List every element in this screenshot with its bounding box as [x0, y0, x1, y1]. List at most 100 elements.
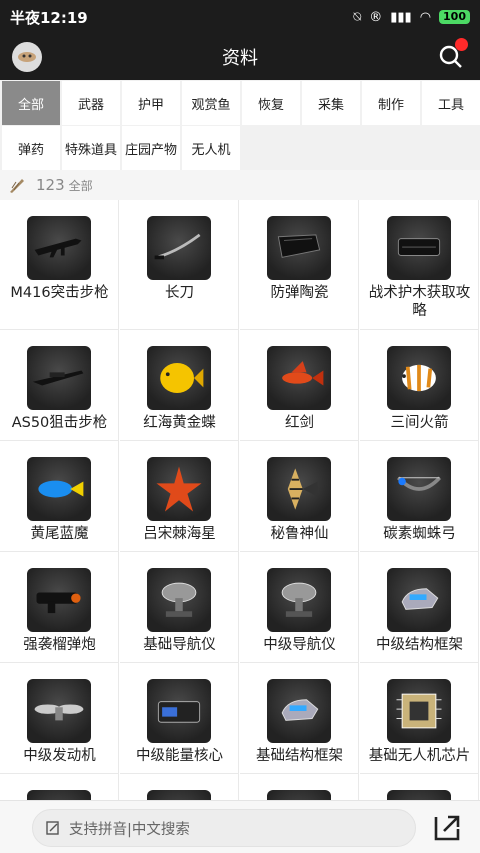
bottom-bar: 支持拼音|中文搜索	[0, 800, 480, 853]
wifi-icon: ◠	[419, 9, 432, 25]
propeller-icon	[27, 679, 91, 743]
radar-dish-icon	[147, 568, 211, 632]
item-card[interactable]: 基础导航仪	[120, 552, 239, 663]
notification-dot	[455, 38, 468, 51]
handguard-icon	[387, 216, 451, 280]
status-time: 半夜12:19	[10, 8, 88, 27]
item-card[interactable]	[0, 774, 119, 800]
item-card[interactable]: 防弹陶瓷	[240, 200, 359, 330]
tab-1[interactable]: 武器	[62, 81, 120, 125]
tab-11[interactable]: 无人机	[182, 126, 240, 170]
item-name: 基础导航仪	[143, 637, 216, 653]
tab-3[interactable]: 观赏鱼	[182, 81, 240, 125]
edit-icon	[46, 821, 59, 835]
tab-6[interactable]: 制作	[362, 81, 420, 125]
item-name: 基础无人机芯片	[368, 748, 471, 764]
grenade-launcher-icon	[27, 568, 91, 632]
item-card[interactable]: 中级导航仪	[240, 552, 359, 663]
tab-5[interactable]: 采集	[302, 81, 360, 125]
search-button[interactable]	[436, 38, 468, 72]
item-thumb-icon	[147, 790, 211, 800]
app-bar: 资料	[0, 34, 480, 80]
tab-0[interactable]: 全部	[2, 81, 60, 125]
item-name: 中级导航仪	[263, 637, 336, 653]
blade-icon	[147, 216, 211, 280]
blue-fish-icon	[27, 457, 91, 521]
tab-10[interactable]: 庄园产物	[122, 126, 180, 170]
item-card[interactable]	[360, 774, 479, 800]
item-name: 红剑	[285, 415, 314, 431]
item-name: 吕宋棘海星	[143, 526, 216, 542]
clown-fish-icon	[387, 346, 451, 410]
item-card[interactable]: M416突击步枪	[0, 200, 119, 330]
item-card[interactable]: 三间火箭	[360, 330, 479, 441]
drone-frame-icon	[387, 568, 451, 632]
item-name: 长刀	[165, 285, 194, 301]
item-name: 黄尾蓝魔	[30, 526, 89, 542]
cow-icon	[18, 52, 36, 62]
item-thumb-icon	[27, 790, 91, 800]
bow-icon	[387, 457, 451, 521]
item-card[interactable]: 中级发动机	[0, 663, 119, 774]
item-name: 中级发动机	[23, 748, 96, 764]
share-icon[interactable]	[432, 813, 462, 843]
radar-dish-icon	[267, 568, 331, 632]
signal-icon: ▮▮▮	[390, 9, 412, 25]
page-title: 资料	[222, 48, 258, 69]
search-input[interactable]: 支持拼音|中文搜索	[32, 809, 416, 847]
item-card[interactable]: 吕宋棘海星	[120, 441, 239, 552]
item-name: 中级能量核心	[136, 748, 223, 764]
item-name: 秘鲁神仙	[270, 526, 329, 542]
status-icons: ⍉ ® ▮▮▮ ◠ 100	[353, 10, 470, 25]
category-tabs: 全部 武器 护甲 观赏鱼 恢复 采集 制作 工具弹药 特殊道具 庄园产物 无人机	[0, 80, 480, 170]
item-thumb-icon	[387, 790, 451, 800]
item-card[interactable]: 中级能量核心	[120, 663, 239, 774]
item-count-label: 全部	[68, 178, 93, 193]
item-card[interactable]: AS50狙击步枪	[0, 330, 119, 441]
status-bar: 半夜12:19 ⍉ ® ▮▮▮ ◠ 100	[0, 0, 480, 34]
tab-2[interactable]: 护甲	[122, 81, 180, 125]
item-name: 三间火箭	[390, 415, 449, 431]
item-card[interactable]: 黄尾蓝魔	[0, 441, 119, 552]
mute-icon: ⍉	[353, 9, 362, 25]
item-name: 战术护木获取攻略	[368, 285, 471, 319]
angelfish-icon	[267, 457, 331, 521]
item-name: 强袭榴弹炮	[23, 637, 96, 653]
item-card[interactable]: 强袭榴弹炮	[0, 552, 119, 663]
item-grid: M416突击步枪 长刀 防弹陶瓷 战术护木获取攻略 AS50狙击步枪 红海黄金蝶 红剑 三间火…	[0, 200, 480, 800]
item-name: 基础结构框架	[256, 748, 343, 764]
starfish-icon	[147, 457, 211, 521]
item-name: 红海黄金蝶	[143, 415, 216, 431]
item-card[interactable]: 红剑	[240, 330, 359, 441]
item-card[interactable]: 战术护木获取攻略	[360, 200, 479, 330]
red-fish-icon	[267, 346, 331, 410]
item-card[interactable]: 碳素蜘蛛弓	[360, 441, 479, 552]
item-name: 防弹陶瓷	[270, 285, 329, 301]
item-card[interactable]	[120, 774, 239, 800]
battery-icon: 100	[439, 10, 470, 24]
registered-icon: ®	[369, 9, 383, 25]
chip-icon	[387, 679, 451, 743]
wing-icon	[10, 179, 24, 193]
item-thumb-icon	[267, 790, 331, 800]
item-card[interactable]: 基础结构框架	[240, 663, 359, 774]
item-card[interactable]: 中级结构框架	[360, 552, 479, 663]
tab-8[interactable]: 弹药	[2, 126, 60, 170]
avatar[interactable]	[12, 42, 42, 72]
item-card[interactable]	[240, 774, 359, 800]
count-bar: 123 全部	[0, 170, 480, 200]
item-card[interactable]: 红海黄金蝶	[120, 330, 239, 441]
tab-4[interactable]: 恢复	[242, 81, 300, 125]
item-name: AS50狙击步枪	[11, 415, 108, 431]
tab-9[interactable]: 特殊道具	[62, 126, 120, 170]
item-card[interactable]: 秘鲁神仙	[240, 441, 359, 552]
yellow-fish-icon	[147, 346, 211, 410]
item-card[interactable]: 基础无人机芯片	[360, 663, 479, 774]
tab-7[interactable]: 工具	[422, 81, 480, 125]
sniper-icon	[27, 346, 91, 410]
item-card[interactable]: 长刀	[120, 200, 239, 330]
item-name: M416突击步枪	[10, 285, 109, 301]
item-name: 中级结构框架	[376, 637, 463, 653]
search-placeholder: 支持拼音|中文搜索	[69, 821, 190, 838]
rifle-icon	[27, 216, 91, 280]
